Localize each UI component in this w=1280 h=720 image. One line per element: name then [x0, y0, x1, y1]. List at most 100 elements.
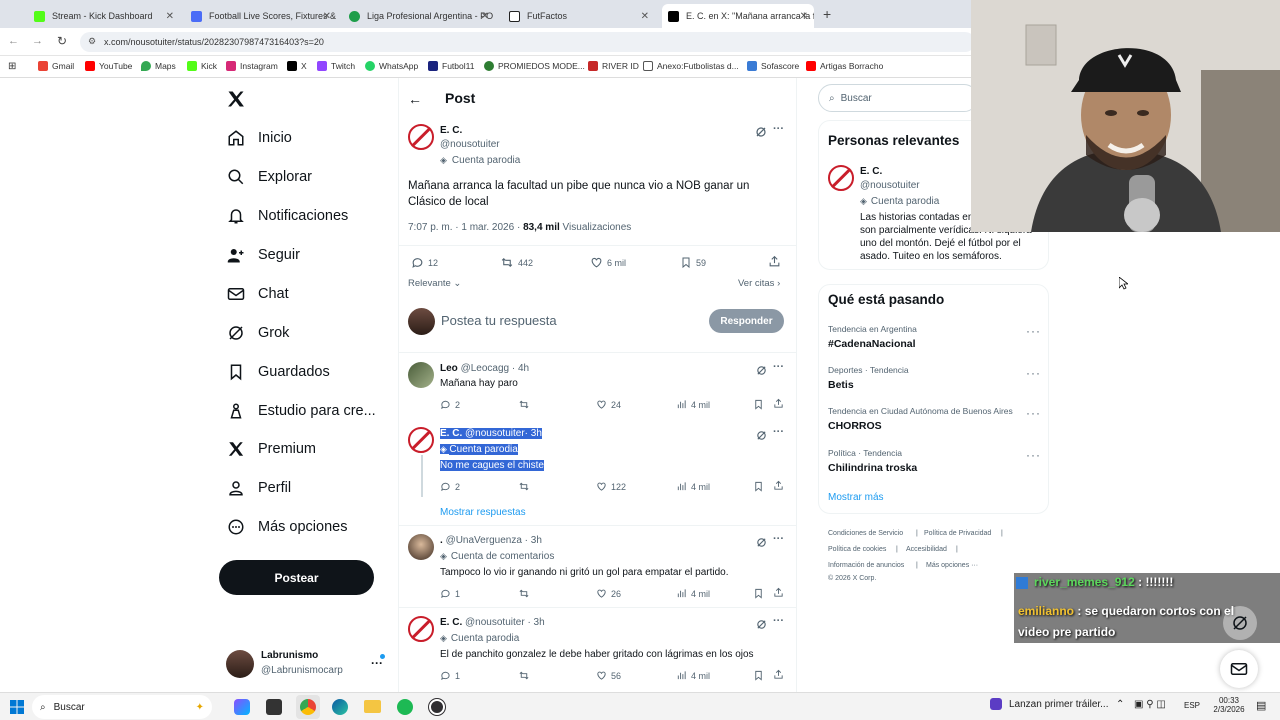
reply-time[interactable]: · 3h — [524, 428, 542, 439]
reply-author-handle[interactable]: @nousotuiter — [465, 428, 525, 439]
copilot-icon[interactable] — [234, 699, 250, 715]
grok-icon[interactable] — [756, 428, 767, 446]
share-icon[interactable] — [773, 398, 788, 409]
new-tab-button[interactable]: + — [823, 6, 831, 22]
tab-kick-dashboard[interactable]: Stream - Kick Dashboard ✕ — [28, 4, 180, 28]
footer-link[interactable]: Política de Privacidad — [924, 530, 991, 537]
reply-time[interactable]: · 4h — [512, 363, 529, 374]
bookmark-icon[interactable] — [753, 670, 768, 681]
taskbar-search[interactable]: ⌕ Buscar ✦ — [32, 695, 212, 719]
repost-action[interactable]: 442 — [500, 256, 533, 269]
bookmark-twitch[interactable]: Twitch — [317, 61, 355, 71]
quotes-link[interactable]: Ver citas › — [738, 278, 780, 289]
footer-link[interactable]: Más opciones ··· — [926, 562, 978, 569]
messages-fab-button[interactable] — [1220, 650, 1258, 688]
close-icon[interactable]: ✕ — [481, 11, 489, 22]
reply-author-name[interactable]: E. C. — [440, 428, 463, 439]
trend-item[interactable]: Política · Tendencia Chilindrina troska — [828, 448, 917, 474]
chrome-taskbar-button[interactable] — [296, 695, 320, 719]
more-icon[interactable]: ··· — [773, 615, 784, 627]
nav-premium[interactable]: Premium — [226, 439, 316, 459]
like-action[interactable]: 6 mil — [590, 256, 626, 269]
sort-dropdown[interactable]: Relevante ⌄ — [408, 278, 461, 289]
back-icon[interactable]: ← — [8, 35, 19, 47]
trend-item[interactable]: Tendencia en Ciudad Autónoma de Buenos A… — [828, 406, 1013, 432]
close-icon[interactable]: ✕ — [166, 11, 174, 22]
bookmark-maps[interactable]: Maps — [141, 61, 176, 71]
footer-link[interactable]: Política de cookies — [828, 546, 886, 553]
more-icon[interactable]: ··· — [1026, 448, 1041, 462]
bookmark-action[interactable]: 59 — [680, 256, 706, 269]
tab-liga-profesional[interactable]: Liga Profesional Argentina - PO ✕ — [343, 4, 495, 28]
chevron-up-icon[interactable]: ⌃ — [1116, 699, 1124, 710]
bookmark-whatsapp[interactable]: WhatsApp — [365, 61, 418, 71]
bookmark-kick[interactable]: Kick — [187, 61, 217, 71]
tray-icons[interactable]: ▣ ⚲ ◫ — [1134, 699, 1166, 710]
author-handle[interactable]: @nousotuiter — [440, 139, 500, 150]
more-icon[interactable]: ··· — [1026, 324, 1041, 338]
reply-input[interactable]: Postea tu respuesta — [441, 313, 557, 328]
reply-time[interactable]: · 3h — [527, 617, 544, 628]
x-logo-icon[interactable] — [226, 89, 246, 114]
tab-x-post[interactable]: E. C. en X: "Mañana arranca la fa ✕ — [662, 4, 814, 28]
more-icon[interactable]: ··· — [773, 533, 784, 545]
post-time[interactable]: 7:07 p. m. · 1 mar. 2026 · — [408, 222, 520, 233]
back-arrow-icon[interactable]: ← — [408, 91, 422, 107]
reply-action[interactable]: 1 — [440, 670, 460, 681]
like-action[interactable]: 56 — [596, 670, 621, 681]
more-icon[interactable]: ··· — [773, 123, 784, 135]
store-icon[interactable] — [266, 699, 282, 715]
relevant-handle[interactable]: @nousotuiter — [860, 180, 920, 191]
author-avatar[interactable] — [408, 124, 434, 150]
share-icon[interactable] — [773, 587, 788, 598]
reply-button[interactable]: Responder — [709, 309, 784, 333]
bookmark-instagram[interactable]: Instagram — [226, 61, 278, 71]
bookmark-river-id[interactable]: RIVER ID — [588, 61, 639, 71]
url-field[interactable]: ⚙ x.com/nousotuiter/status/2028230798747… — [80, 32, 975, 52]
like-action[interactable]: 122 — [596, 481, 626, 492]
bookmark-youtube[interactable]: YouTube — [85, 61, 132, 71]
grok-icon[interactable] — [755, 125, 767, 143]
repost-icon[interactable] — [518, 588, 534, 599]
nav-chat[interactable]: Chat — [226, 284, 289, 304]
grok-icon[interactable] — [756, 535, 767, 553]
bookmark-icon[interactable] — [753, 588, 768, 599]
repost-icon[interactable] — [518, 670, 534, 681]
nav-seguir[interactable]: Seguir — [226, 245, 300, 265]
bookmark-wikipedia[interactable]: Anexo:Futbolistas d... — [643, 61, 739, 71]
windows-start-icon[interactable] — [10, 700, 24, 717]
author-avatar[interactable] — [828, 165, 854, 191]
like-action[interactable]: 24 — [596, 399, 621, 410]
nav-estudio[interactable]: Estudio para cre... — [226, 401, 376, 421]
trend-item[interactable]: Deportes · Tendencia Betis — [828, 365, 909, 391]
account-switcher[interactable]: Labrunismo @Labrunismocarp ··· — [226, 648, 396, 680]
nav-notificaciones[interactable]: Notificaciones — [226, 206, 348, 226]
repost-icon[interactable] — [518, 399, 534, 410]
grok-icon[interactable] — [756, 363, 767, 381]
reply-author-name[interactable]: E. C. — [440, 617, 462, 628]
bookmark-icon[interactable] — [753, 399, 768, 410]
more-icon[interactable]: ··· — [773, 426, 784, 438]
footer-link[interactable]: Información de anuncios — [828, 562, 904, 569]
bookmark-artigas[interactable]: Artigas Borracho — [806, 61, 883, 71]
bookmark-sofascore[interactable]: Sofascore — [747, 61, 799, 71]
reply-author-handle[interactable]: @Leocagg — [461, 363, 510, 374]
post-button[interactable]: Postear — [219, 560, 374, 595]
folder-icon[interactable] — [364, 700, 381, 713]
reply-action[interactable]: 2 — [440, 481, 460, 492]
views-action[interactable]: 4 mil — [676, 399, 710, 410]
avatar[interactable] — [408, 534, 434, 560]
views-action[interactable]: 4 mil — [676, 588, 710, 599]
share-icon[interactable] — [773, 480, 788, 491]
search-input[interactable]: ⌕ Buscar — [818, 84, 978, 112]
share-icon[interactable] — [768, 255, 785, 268]
author-avatar[interactable] — [408, 616, 434, 642]
site-info-icon[interactable]: ⚙ — [88, 36, 96, 47]
close-icon[interactable]: ✕ — [323, 11, 331, 22]
apps-icon[interactable]: ⊞ — [8, 61, 16, 72]
nav-grok[interactable]: Grok — [226, 323, 289, 343]
nav-guardados[interactable]: Guardados — [226, 362, 330, 382]
nav-inicio[interactable]: Inicio — [226, 128, 292, 148]
footer-link[interactable]: Accesibilidad — [906, 546, 947, 553]
bookmark-promiedos[interactable]: PROMIEDOS MODE... — [484, 61, 585, 71]
